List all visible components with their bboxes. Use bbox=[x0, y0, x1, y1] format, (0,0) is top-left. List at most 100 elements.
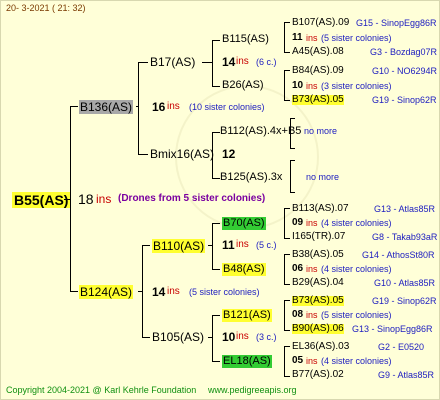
root-drones: (Drones from 5 sister colonies) bbox=[118, 193, 266, 204]
connector bbox=[142, 245, 150, 246]
queen-B17[interactable]: B17(AS) bbox=[150, 56, 195, 68]
connector bbox=[138, 154, 148, 155]
queen-B70[interactable]: B70(AS) bbox=[222, 217, 266, 230]
no-more-note: no more bbox=[304, 126, 338, 136]
count: 06 bbox=[292, 263, 304, 274]
queen-B136[interactable]: B136(AS) bbox=[79, 100, 134, 114]
connector bbox=[136, 106, 139, 107]
location-code: G19 - Sinop62R bbox=[372, 296, 437, 306]
count-B17: 14 bbox=[222, 55, 236, 69]
count-B124: 14 bbox=[152, 285, 166, 299]
connector bbox=[212, 315, 213, 361]
connector bbox=[284, 284, 290, 285]
sister-colonies: (4 sister colonies) bbox=[321, 218, 392, 228]
connector bbox=[212, 178, 220, 179]
location-code: G15 - SinopEgg86R bbox=[356, 18, 437, 28]
ins-label: ins bbox=[236, 239, 249, 250]
connector bbox=[138, 62, 139, 154]
connector bbox=[212, 223, 213, 269]
connector bbox=[290, 192, 295, 193]
ancestor[interactable]: B29(AS).04 bbox=[292, 278, 344, 288]
connector bbox=[212, 132, 220, 133]
connector bbox=[290, 118, 295, 119]
count-B110: 11 bbox=[222, 238, 235, 252]
connector bbox=[142, 337, 150, 338]
ins-label: ins bbox=[236, 56, 249, 67]
ins-label: ins bbox=[236, 331, 249, 342]
queen-B110[interactable]: B110(AS) bbox=[152, 239, 206, 253]
connector bbox=[70, 106, 78, 107]
queen-Bmix16[interactable]: Bmix16(AS) bbox=[150, 148, 214, 160]
connector bbox=[284, 100, 290, 101]
ins-label: ins bbox=[167, 286, 180, 297]
ancestor[interactable]: A45(AS).08 bbox=[292, 47, 344, 57]
ancestor[interactable]: B38(AS).05 bbox=[292, 250, 344, 260]
queen-B48[interactable]: B48(AS) bbox=[222, 263, 266, 276]
queen-B26[interactable]: B26(AS) bbox=[222, 80, 264, 91]
ins-label: ins bbox=[306, 356, 318, 366]
connector bbox=[202, 62, 213, 63]
sister-colonies: (5 sister colonies) bbox=[321, 310, 392, 320]
connector bbox=[284, 22, 285, 52]
count-Bmix16: 12 bbox=[222, 147, 236, 161]
connector bbox=[284, 300, 290, 301]
sister-colonies: (3 sister colonies) bbox=[321, 81, 392, 91]
connector bbox=[212, 40, 213, 86]
root-queen[interactable]: B55(AS) bbox=[12, 192, 71, 208]
count-B105: 10 bbox=[222, 330, 236, 344]
connector bbox=[284, 376, 290, 377]
ancestor[interactable]: B107(AS).09 bbox=[292, 18, 349, 28]
ancestor[interactable]: B77(AS).02 bbox=[292, 370, 344, 380]
connector bbox=[284, 346, 285, 376]
footer-link[interactable]: www.pedigreeapis.org bbox=[208, 386, 297, 395]
sister-colonies: (3 c.) bbox=[256, 332, 277, 342]
connector bbox=[284, 254, 285, 284]
connector bbox=[284, 238, 290, 239]
location-code: G13 - Atlas85R bbox=[374, 204, 436, 214]
queen-B121[interactable]: B121(AS) bbox=[222, 309, 272, 322]
ancestor[interactable]: EL36(AS).03 bbox=[292, 342, 349, 352]
location-code: G9 - Atlas85R bbox=[378, 370, 435, 380]
count: 08 bbox=[292, 309, 304, 320]
ancestor[interactable]: B84(AS).09 bbox=[292, 66, 344, 76]
connector bbox=[138, 62, 148, 63]
queen-B125[interactable]: B125(AS).3x bbox=[220, 172, 282, 183]
footer-copyright: Copyright 2004-2021 @ Karl Kehrle Founda… bbox=[6, 385, 197, 395]
connector bbox=[284, 300, 285, 330]
ins-label: ins bbox=[306, 81, 318, 91]
ins-label: ins bbox=[306, 310, 318, 320]
count: 05 bbox=[292, 355, 304, 366]
connector bbox=[212, 132, 213, 178]
connector bbox=[290, 160, 291, 192]
connector bbox=[208, 245, 213, 246]
location-code: G10 - NO6294R bbox=[372, 66, 438, 76]
connector bbox=[70, 291, 78, 292]
connector bbox=[212, 40, 220, 41]
ancestor[interactable]: B113(AS).07 bbox=[292, 204, 349, 214]
connector bbox=[284, 346, 290, 347]
ancestor[interactable]: B90(AS).06 bbox=[292, 324, 344, 334]
connector bbox=[290, 118, 291, 148]
location-code: G14 - AthosSt80R bbox=[362, 250, 435, 260]
header-datetime: 20- 3-2021 ( 21: 32) bbox=[6, 3, 86, 13]
count: 09 bbox=[292, 217, 304, 228]
connector bbox=[212, 86, 220, 87]
sister-colonies: (5 sister colonies) bbox=[189, 287, 260, 297]
queen-B115[interactable]: B115(AS) bbox=[222, 34, 269, 45]
connector bbox=[212, 223, 220, 224]
root-ins: ins bbox=[96, 192, 112, 206]
ancestor[interactable]: B73(AS).05 bbox=[292, 95, 344, 105]
connector bbox=[284, 52, 290, 53]
queen-B105[interactable]: B105(AS) bbox=[152, 331, 204, 343]
location-code: G2 - E0520 bbox=[378, 342, 425, 352]
root-count: 18 bbox=[78, 191, 94, 207]
queen-EL18[interactable]: EL18(AS) bbox=[222, 355, 272, 368]
ancestor[interactable]: B73(AS).05 bbox=[292, 296, 344, 306]
ins-label: ins bbox=[167, 101, 180, 112]
queen-B124[interactable]: B124(AS) bbox=[79, 285, 134, 299]
connector bbox=[284, 22, 290, 23]
sister-colonies: (4 sister colonies) bbox=[321, 264, 392, 274]
connector bbox=[70, 106, 71, 292]
connector bbox=[284, 208, 290, 209]
ancestor[interactable]: I165(TR).07 bbox=[292, 232, 345, 242]
